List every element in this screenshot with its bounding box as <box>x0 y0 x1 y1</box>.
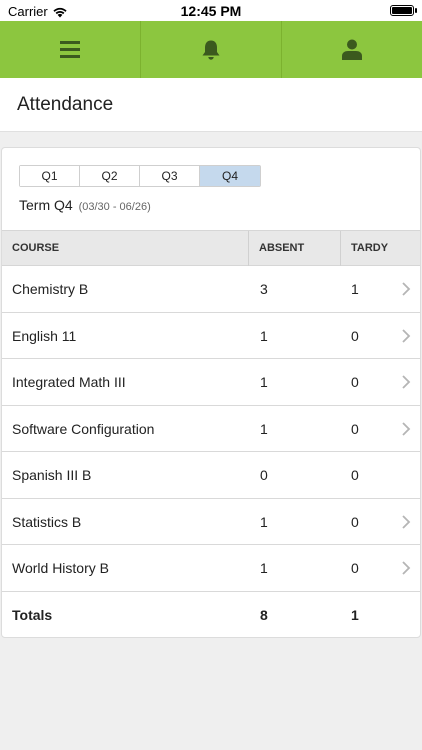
table-row: Spanish III B 0 0 <box>2 452 420 499</box>
term-label: Term Q4 <box>19 197 73 213</box>
course-name: World History B <box>12 560 109 576</box>
attendance-card: Q1 Q2 Q3 Q4 Term Q4 (03/30 - 06/26) COUR… <box>1 147 421 638</box>
table-row[interactable]: Chemistry B 3 1 <box>2 266 420 313</box>
attendance-table: COURSE ABSENT TARDY Chemistry B 3 1 Engl… <box>2 230 420 638</box>
menu-button[interactable] <box>0 21 141 78</box>
chevron-right-icon <box>402 561 411 575</box>
course-name: Chemistry B <box>12 281 89 297</box>
user-icon <box>342 39 362 60</box>
tab-q4[interactable]: Q4 <box>200 166 260 186</box>
tab-q2[interactable]: Q2 <box>80 166 140 186</box>
table-row[interactable]: Statistics B 1 0 <box>2 499 420 545</box>
page-title: Attendance <box>17 94 114 115</box>
chevron-right-icon <box>402 375 411 389</box>
table-header: COURSE ABSENT TARDY <box>2 230 420 266</box>
absent-count: 0 <box>260 467 268 483</box>
chevron-right-icon <box>402 282 411 296</box>
tardy-count: 0 <box>351 374 359 390</box>
nav-bar <box>0 21 422 78</box>
course-name: Spanish III B <box>12 467 92 483</box>
tardy-count: 0 <box>351 420 359 437</box>
page-header: Attendance <box>0 78 422 132</box>
notifications-button[interactable] <box>141 21 282 78</box>
tardy-count: 0 <box>351 560 359 576</box>
term-segmented-control: Q1 Q2 Q3 Q4 <box>19 165 261 187</box>
course-name: Integrated Math III <box>12 374 126 390</box>
absent-count: 3 <box>260 281 268 297</box>
table-row[interactable]: Integrated Math III 1 0 <box>2 359 420 406</box>
bell-icon <box>202 40 220 60</box>
table-row[interactable]: English 11 1 0 <box>2 313 420 359</box>
absent-count: 1 <box>260 374 268 390</box>
battery-icon <box>390 5 414 16</box>
column-header-tardy[interactable]: TARDY <box>341 231 420 266</box>
tab-q1[interactable]: Q1 <box>20 166 80 186</box>
totals-absent: 8 <box>260 606 268 623</box>
absent-count: 1 <box>260 560 268 576</box>
totals-tardy: 1 <box>351 606 359 623</box>
absent-count: 1 <box>260 327 268 344</box>
term-info: Term Q4 (03/30 - 06/26) <box>19 197 151 213</box>
tardy-count: 0 <box>351 513 359 530</box>
course-name: Software Configuration <box>12 420 155 437</box>
absent-count: 1 <box>260 513 268 530</box>
tardy-count: 0 <box>351 327 359 344</box>
table-row[interactable]: Software Configuration 1 0 <box>2 406 420 452</box>
totals-row: Totals 8 1 <box>2 592 420 638</box>
tardy-count: 0 <box>351 467 359 483</box>
status-bar: Carrier 12:45 PM <box>0 0 422 21</box>
table-row[interactable]: World History B 1 0 <box>2 545 420 592</box>
tab-q3[interactable]: Q3 <box>140 166 200 186</box>
battery-tip <box>415 8 417 13</box>
tardy-count: 1 <box>351 281 359 297</box>
column-header-course[interactable]: COURSE <box>2 231 249 266</box>
profile-button[interactable] <box>282 21 422 78</box>
column-header-absent[interactable]: ABSENT <box>249 231 341 266</box>
menu-icon <box>60 41 80 58</box>
chevron-right-icon <box>402 514 411 529</box>
status-time: 12:45 PM <box>180 3 242 19</box>
course-name: English 11 <box>12 327 77 344</box>
term-date-range: (03/30 - 06/26) <box>78 201 151 213</box>
course-name: Statistics B <box>12 513 82 530</box>
absent-count: 1 <box>260 420 268 437</box>
totals-label: Totals <box>12 606 53 623</box>
chevron-right-icon <box>402 421 411 436</box>
chevron-right-icon <box>402 328 411 343</box>
